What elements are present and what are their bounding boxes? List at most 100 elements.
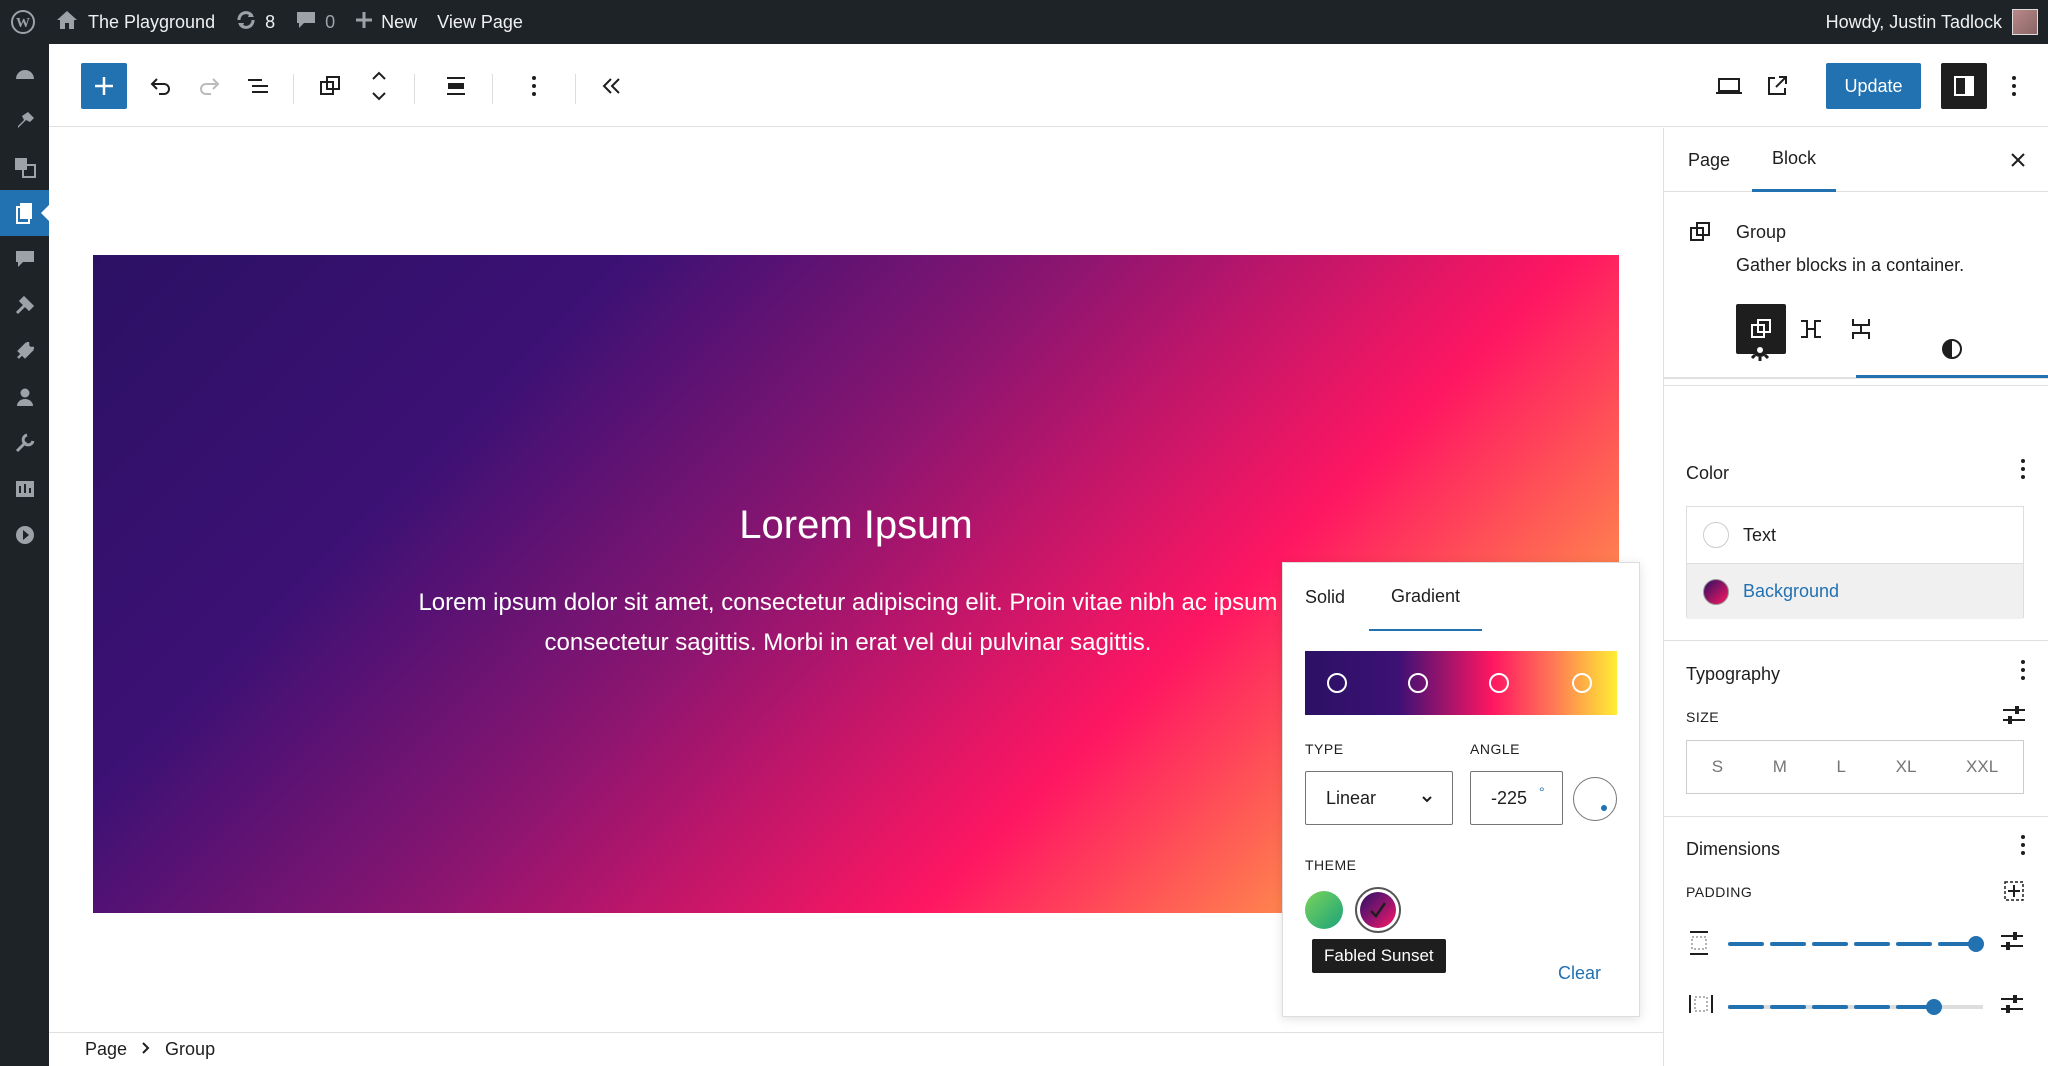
undo-button[interactable] [138,63,184,109]
font-size-picker: S M L XL XXL [1686,740,2024,794]
tools-icon[interactable] [0,420,49,466]
gradient-type-select[interactable]: Linear [1305,771,1453,825]
tab-page[interactable]: Page [1688,128,1730,192]
settings-sidebar-toggle-icon[interactable] [1941,63,1987,109]
chevron-right-icon [141,1039,151,1060]
angle-label: ANGLE [1470,741,1520,757]
horizontal-padding-icon [1688,993,1714,1020]
posts-icon[interactable] [0,98,49,144]
typography-panel-title[interactable]: Typography [1686,664,1780,685]
collapse-icon[interactable] [0,512,49,558]
updates-link[interactable]: 8 [225,0,285,44]
tab-solid[interactable]: Solid [1305,563,1345,631]
tab-block[interactable]: Block [1752,128,1837,192]
settings-icon[interactable] [0,466,49,512]
users-icon[interactable] [0,374,49,420]
padding-link-sides-icon[interactable] [2002,879,2026,908]
theme-gradient-swatch-fabled-sunset[interactable] [1355,887,1401,933]
gradient-bar[interactable] [1305,651,1617,715]
options-menu-icon[interactable] [1991,63,2037,109]
dashboard-icon[interactable] [0,52,49,98]
close-icon[interactable] [2010,148,2026,174]
new-content-link[interactable]: New [345,0,427,44]
color-popover: Solid Gradient TYPE ANGLE Linear -225 ° … [1282,562,1640,1017]
custom-size-sliders-icon[interactable] [2002,704,2026,731]
avatar[interactable] [2012,9,2038,35]
settings-tab-gear-icon[interactable] [1664,322,1856,378]
pages-icon[interactable] [0,190,49,236]
gradient-stop[interactable] [1489,673,1509,693]
vertical-padding-slider[interactable] [1728,936,1984,952]
vertical-padding-custom-icon[interactable] [2000,930,2024,957]
background-color-label: Background [1743,581,1840,601]
typography-panel-menu-icon[interactable] [2020,659,2026,687]
clear-button[interactable]: Clear [1558,963,1601,984]
dimensions-panel-title[interactable]: Dimensions [1686,839,1780,860]
angle-input[interactable]: -225 ° [1470,771,1563,825]
wordpress-logo-icon[interactable]: W [0,0,46,44]
howdy-user[interactable]: Howdy, Justin Tadlock [1826,12,2002,33]
group-block-icon [1688,220,1712,249]
size-option-xl[interactable]: XL [1896,757,1917,777]
color-item-text[interactable]: Text [1687,507,2023,563]
block-heading[interactable]: Lorem Ipsum [93,503,1619,548]
size-label: SIZE [1686,709,1720,725]
admin-menu [0,44,49,1066]
tab-gradient[interactable]: Gradient [1369,563,1483,631]
collapse-toolbar-icon[interactable] [589,63,635,109]
toolbar-separator [492,74,493,104]
angle-picker-dial[interactable] [1573,777,1617,821]
update-button[interactable]: Update [1826,63,1921,109]
comments-icon[interactable] [0,236,49,282]
site-name-link[interactable]: The Playground [46,0,225,44]
type-label: TYPE [1305,741,1344,757]
theme-gradient-swatch-green[interactable] [1305,891,1343,929]
background-color-swatch [1703,578,1729,605]
view-external-icon[interactable] [1754,63,1800,109]
vertical-padding-thumb[interactable] [1968,936,1984,952]
color-panel-title[interactable]: Color [1686,463,1729,484]
vertical-padding-control [1686,928,2026,958]
media-icon[interactable] [0,144,49,190]
align-icon[interactable] [433,63,479,109]
breadcrumb-item-group[interactable]: Group [165,1039,215,1060]
view-page-link[interactable]: View Page [427,0,533,44]
block-inserter-button[interactable] [81,63,127,109]
group-block-icon[interactable] [307,63,353,109]
preview-device-icon[interactable] [1706,63,1752,109]
horizontal-padding-slider[interactable] [1728,999,1983,1015]
gradient-stop[interactable] [1327,673,1347,693]
color-panel-menu-icon[interactable] [2020,458,2026,486]
paragraph-line-2: consectetur sagittis. Morbi in erat vel … [544,629,1152,656]
size-option-m[interactable]: M [1773,757,1787,777]
horizontal-padding-custom-icon[interactable] [2000,993,2024,1020]
breadcrumb-item-page[interactable]: Page [85,1039,127,1060]
text-color-label: Text [1743,524,1777,545]
plugins-icon[interactable] [0,328,49,374]
breadcrumb: Page Group [49,1032,1663,1066]
comments-link[interactable]: 0 [285,0,345,44]
styles-tab-contrast-icon[interactable] [1856,322,2048,378]
gradient-stop[interactable] [1572,673,1592,693]
redo-button[interactable] [186,63,232,109]
horizontal-padding-thumb[interactable] [1926,999,1942,1015]
gradient-type-value: Linear [1326,787,1377,808]
svg-text:W: W [16,16,30,31]
plus-icon [355,11,373,34]
size-option-xxl[interactable]: XXL [1966,757,1998,777]
more-options-icon[interactable] [511,63,557,109]
move-up-down-icon[interactable] [356,63,402,109]
size-option-s[interactable]: S [1712,757,1723,777]
color-item-background[interactable]: Background [1687,563,2023,619]
new-label: New [381,11,418,32]
slider-step [1728,942,1764,946]
gradient-stop[interactable] [1408,673,1428,693]
slider-step [1770,1005,1806,1009]
list-view-button[interactable] [235,63,281,109]
size-option-l[interactable]: L [1837,757,1846,777]
sidebar-tabs: Page Block [1664,128,2048,192]
toolbar-separator [414,74,415,104]
dimensions-panel-menu-icon[interactable] [2020,834,2026,862]
block-paragraph[interactable]: Lorem ipsum dolor sit amet, consectetur … [383,583,1313,663]
appearance-icon[interactable] [0,282,49,328]
